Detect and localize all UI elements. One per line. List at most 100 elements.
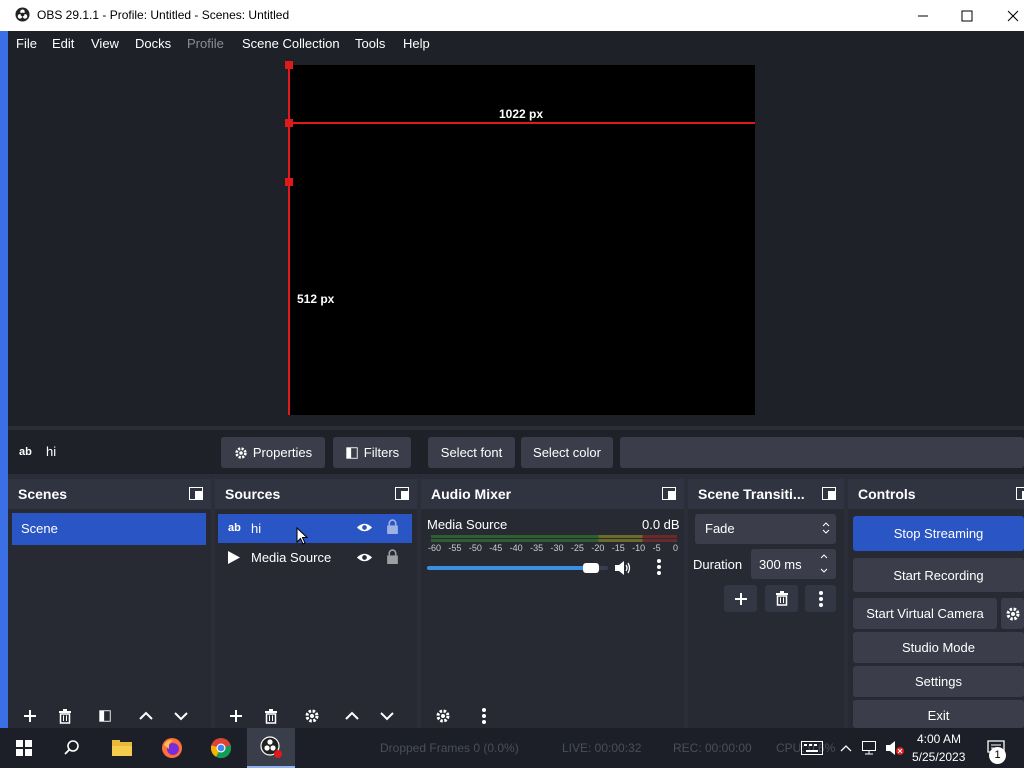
vertical-guide-line — [288, 65, 290, 415]
stop-streaming-button[interactable]: Stop Streaming — [853, 516, 1024, 551]
volume-tray-button[interactable] — [884, 728, 906, 768]
clock-date[interactable]: 5/25/2023 — [912, 750, 965, 764]
properties-label: Properties — [252, 445, 313, 460]
firefox-taskbar-button[interactable] — [148, 728, 196, 768]
select-font-label: Select font — [440, 445, 503, 460]
chevron-down-icon — [174, 711, 188, 721]
remove-source-button[interactable] — [256, 704, 286, 728]
keyboard-icon — [801, 741, 823, 755]
source-item-label: Media Source — [251, 550, 332, 565]
move-scene-up-button[interactable] — [131, 704, 161, 728]
close-button[interactable] — [990, 0, 1024, 31]
meter-scale-tick: -45 — [489, 543, 503, 553]
menu-file[interactable]: File — [16, 36, 37, 51]
volume-slider-fill — [427, 566, 599, 570]
add-transition-button[interactable] — [724, 585, 757, 612]
properties-button[interactable]: Properties — [221, 437, 325, 468]
duration-value: 300 ms — [759, 557, 802, 572]
spin-arrows-icon[interactable] — [819, 552, 829, 576]
menu-tools[interactable]: Tools — [355, 36, 385, 51]
chrome-icon — [210, 737, 232, 759]
plus-icon — [734, 592, 748, 606]
show-hidden-icons-button[interactable] — [836, 728, 856, 768]
eye-icon[interactable] — [356, 551, 373, 564]
transition-select-value: Fade — [705, 521, 735, 536]
undock-icon[interactable] — [1016, 487, 1024, 500]
speaker-muted-icon — [885, 740, 905, 756]
scene-filters-button[interactable] — [90, 704, 120, 728]
obs-taskbar-button[interactable] — [247, 728, 295, 768]
eye-icon[interactable] — [356, 521, 373, 534]
menu-profile[interactable]: Profile — [187, 36, 224, 51]
network-icon — [862, 741, 880, 755]
minimize-button[interactable] — [900, 0, 946, 31]
maximize-button[interactable] — [944, 0, 990, 31]
lock-icon[interactable] — [386, 549, 399, 564]
scenes-title: Scenes — [18, 486, 68, 502]
file-explorer-taskbar-button[interactable] — [98, 728, 146, 768]
undock-icon[interactable] — [189, 487, 203, 500]
transition-properties-button[interactable] — [805, 585, 836, 612]
exit-button[interactable]: Exit — [853, 700, 1024, 728]
sources-title: Sources — [225, 486, 281, 502]
move-source-down-button[interactable] — [372, 704, 402, 728]
filter-icon — [345, 446, 359, 460]
undock-icon[interactable] — [662, 487, 676, 500]
undock-icon[interactable] — [822, 487, 836, 500]
text-source-icon: ab — [19, 446, 32, 458]
menu-help[interactable]: Help — [403, 36, 430, 51]
height-label: 512 px — [297, 292, 335, 306]
start-button[interactable] — [0, 728, 48, 768]
start-recording-label: Start Recording — [893, 567, 984, 583]
add-scene-button[interactable] — [15, 704, 45, 728]
move-source-up-button[interactable] — [337, 704, 367, 728]
add-source-button[interactable] — [221, 704, 251, 728]
menu-view[interactable]: View — [91, 36, 119, 51]
width-label: 1022 px — [499, 107, 544, 121]
network-tray-button[interactable] — [860, 728, 882, 768]
remove-scene-button[interactable] — [50, 704, 80, 728]
select-font-button[interactable]: Select font — [428, 437, 515, 468]
recording-status: REC: 00:00:00 — [673, 741, 752, 755]
stop-streaming-label: Stop Streaming — [893, 526, 984, 541]
clock-time[interactable]: 4:00 AM — [917, 732, 961, 746]
resize-handle-left[interactable] — [285, 178, 293, 186]
select-color-button[interactable]: Select color — [521, 437, 613, 468]
resize-handle-corner[interactable] — [285, 119, 293, 127]
remove-transition-button[interactable] — [765, 585, 798, 612]
menu-docks[interactable]: Docks — [135, 36, 171, 51]
speaker-icon[interactable] — [614, 560, 632, 576]
source-item-hi[interactable] — [218, 514, 412, 543]
dropped-frames-status: Dropped Frames 0 (0.0%) — [380, 741, 519, 755]
more-options-icon — [481, 707, 487, 725]
obs-recording-icon — [259, 735, 283, 759]
filters-button[interactable]: Filters — [333, 437, 411, 468]
taskbar-search-button[interactable] — [48, 728, 96, 768]
undock-icon[interactable] — [395, 487, 409, 500]
virtual-camera-settings-button[interactable] — [1001, 598, 1024, 629]
exit-label: Exit — [927, 708, 950, 723]
resize-handle-top[interactable] — [285, 61, 293, 69]
move-scene-down-button[interactable] — [166, 704, 196, 728]
advanced-audio-button[interactable] — [428, 704, 458, 728]
more-options-icon[interactable] — [656, 558, 662, 576]
chevron-down-icon — [380, 711, 394, 721]
folder-icon — [111, 739, 133, 757]
menu-edit[interactable]: Edit — [52, 36, 74, 51]
keyboard-tray-button[interactable] — [798, 728, 826, 768]
volume-slider-handle[interactable] — [582, 563, 599, 573]
settings-button[interactable]: Settings — [853, 666, 1024, 697]
play-icon — [227, 550, 241, 565]
meter-scale-tick: -60 — [428, 543, 442, 553]
start-recording-button[interactable]: Start Recording — [853, 558, 1024, 592]
chrome-taskbar-button[interactable] — [197, 728, 245, 768]
mixer-menu-button[interactable] — [469, 704, 499, 728]
lock-icon[interactable] — [386, 519, 399, 534]
source-properties-button[interactable] — [297, 704, 327, 728]
audio-meter-bar — [431, 539, 677, 542]
menu-scene-collection[interactable]: Scene Collection — [242, 36, 340, 51]
studio-mode-button[interactable]: Studio Mode — [853, 632, 1024, 663]
start-virtual-camera-button[interactable]: Start Virtual Camera — [853, 598, 997, 629]
select-color-label: Select color — [533, 445, 601, 460]
context-source-name: hi — [46, 444, 57, 459]
